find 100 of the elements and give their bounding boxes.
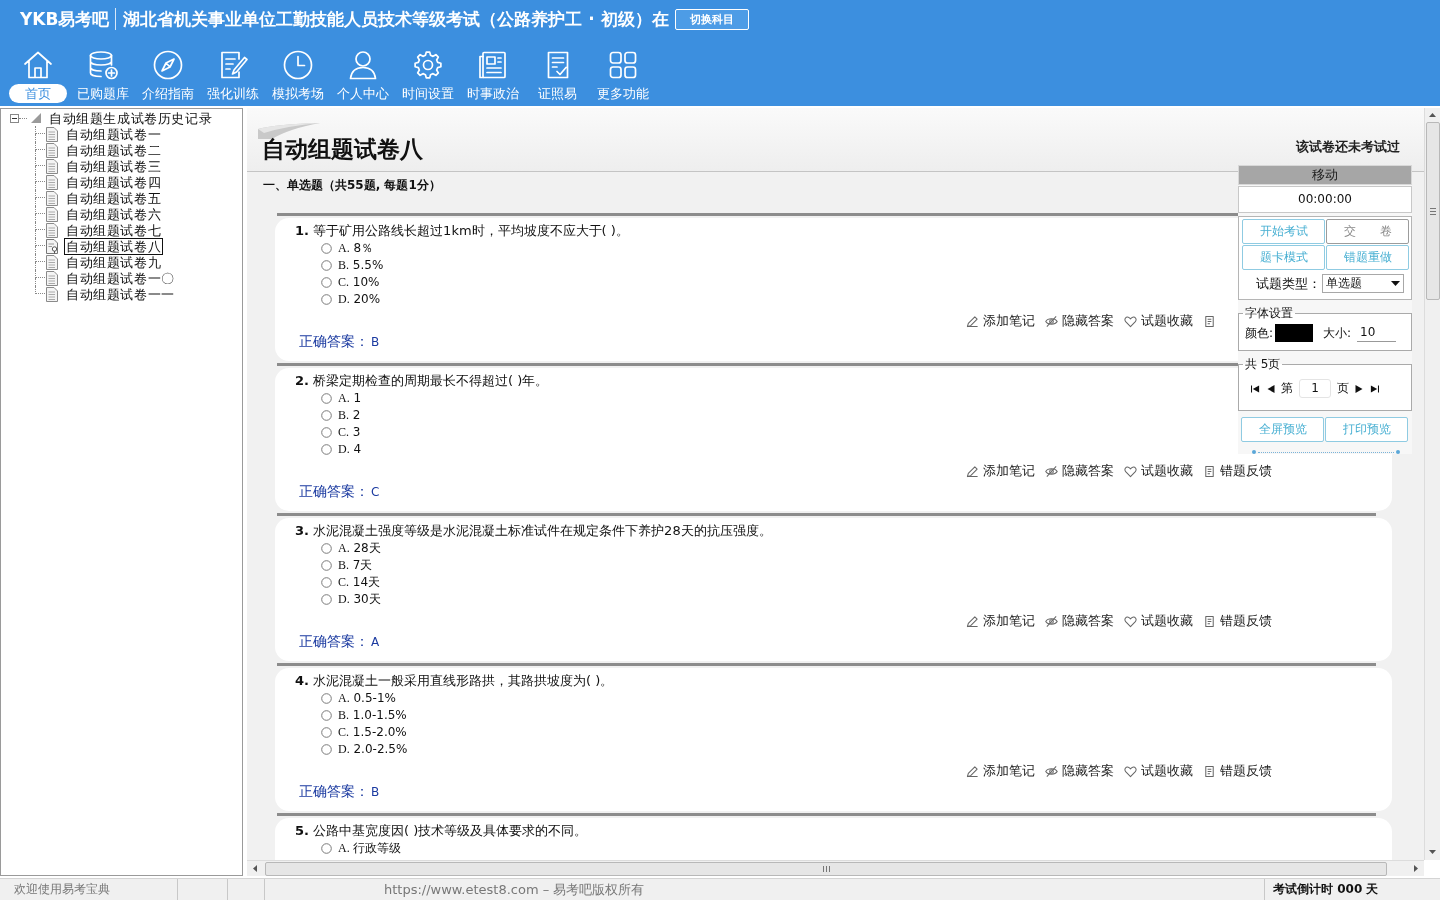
previous-page-icon[interactable]	[1266, 384, 1275, 393]
tree-item[interactable]: 自动组题试卷三	[64, 157, 164, 175]
radio-button[interactable]	[321, 260, 332, 271]
caret-icon	[1391, 281, 1400, 286]
favorite-button[interactable]: 试题收藏	[1124, 462, 1193, 480]
last-page-icon[interactable]	[1370, 384, 1379, 393]
page-count-legend: 共 5页	[1243, 356, 1283, 373]
correct-answer: 正确答案：C	[299, 482, 380, 500]
tree-item[interactable]: 自动组题试卷五	[64, 189, 164, 207]
clock-icon	[281, 49, 314, 81]
handle-dot-icon[interactable]	[1396, 450, 1400, 454]
radio-button[interactable]	[321, 243, 332, 254]
tree-item[interactable]: 自动组题试卷九	[64, 253, 164, 271]
document-icon	[1203, 764, 1216, 778]
page-suffix-label: 页	[1337, 380, 1349, 397]
pencil-icon	[966, 764, 979, 778]
triangle-icon	[30, 112, 42, 124]
option-text: C. 3	[338, 425, 361, 440]
first-page-icon[interactable]	[1251, 384, 1260, 393]
radio-button[interactable]	[321, 693, 332, 704]
tree-root-label[interactable]: 自动组题生成试卷历史记录	[47, 109, 215, 127]
hide-answer-button[interactable]: 隐藏答案	[1045, 762, 1114, 780]
vertical-scrollbar[interactable]	[1424, 108, 1440, 860]
radio-button[interactable]	[321, 843, 332, 854]
tree-item[interactable]: 自动组题试卷六	[64, 205, 164, 223]
radio-button[interactable]	[321, 710, 332, 721]
question-text: 3. 水泥混凝土强度等级是水泥混凝土标准试件在规定条件下养护28天的抗压强度。	[295, 522, 772, 540]
option-text: B. 1.0-1.5%	[338, 708, 407, 723]
error-feedback-button[interactable]: 错题反馈	[1203, 612, 1272, 630]
radio-button[interactable]	[321, 277, 332, 288]
radio-button[interactable]	[321, 294, 332, 305]
tree-item[interactable]: 自动组题试卷七	[64, 221, 164, 239]
page-curl-icon	[258, 123, 320, 139]
document-icon	[1203, 464, 1216, 478]
heart-icon	[1124, 764, 1137, 778]
eye-slash-icon	[1045, 314, 1058, 328]
option-text: A. 行政等级	[338, 840, 402, 857]
font-size-field[interactable]: 10	[1357, 324, 1397, 342]
radio-button[interactable]	[321, 393, 332, 404]
pencil-icon	[966, 464, 979, 478]
page-prefix-label: 第	[1281, 380, 1293, 397]
scroll-up-icon[interactable]	[1429, 113, 1436, 117]
handle-dot-icon[interactable]	[1252, 450, 1256, 454]
app-logo: YKB易考吧	[20, 7, 110, 31]
radio-button[interactable]	[321, 543, 332, 554]
error-feedback-button[interactable]: 错题反馈	[1203, 762, 1272, 780]
error-feedback-button[interactable]: 错题反馈	[1203, 462, 1272, 480]
add-note-button[interactable]: 添加笔记	[966, 462, 1035, 480]
tree-item[interactable]: 自动组题试卷八	[64, 237, 164, 255]
option-text: A. 1	[338, 391, 362, 406]
hide-answer-button[interactable]: 隐藏答案	[1045, 612, 1114, 630]
heart-icon	[1124, 614, 1137, 628]
move-handle[interactable]: 移动	[1238, 165, 1412, 185]
favorite-button[interactable]: 试题收藏	[1124, 612, 1193, 630]
option-text: C. 14天	[338, 574, 381, 591]
question-text: 5. 公路中基宽度因( )技术等级及具体要求的不同。	[295, 822, 588, 840]
favorite-button[interactable]: 试题收藏	[1124, 762, 1193, 780]
scroll-right-icon[interactable]	[1414, 865, 1418, 872]
document-pin-icon	[46, 238, 58, 254]
page-number-field[interactable]: 1	[1299, 379, 1331, 398]
scroll-down-icon[interactable]	[1429, 850, 1436, 854]
radio-button[interactable]	[321, 744, 332, 755]
status-welcome: 欢迎使用易考宝典	[0, 879, 178, 900]
tree-item[interactable]: 自动组题试卷二	[64, 141, 164, 159]
option-text: B. 2	[338, 408, 361, 423]
hide-answer-button[interactable]: 隐藏答案	[1045, 462, 1114, 480]
scrollbar-thumb[interactable]	[1425, 122, 1440, 300]
tree-item[interactable]: 自动组题试卷一一	[64, 285, 177, 303]
question-type-select[interactable]: 单选题	[1322, 274, 1404, 293]
question-type-label: 试题类型：	[1256, 274, 1321, 293]
radio-button[interactable]	[321, 427, 332, 438]
eye-slash-icon	[1045, 614, 1058, 628]
radio-button[interactable]	[321, 560, 332, 571]
scroll-left-icon[interactable]	[253, 865, 257, 872]
favorite-button[interactable]: 试题收藏	[1124, 312, 1193, 330]
radio-button[interactable]	[321, 727, 332, 738]
heart-icon	[1124, 464, 1137, 478]
toolbar-button[interactable]: 首页	[5, 38, 70, 103]
exam-countdown: 考试倒计时 000 天	[1272, 881, 1379, 898]
add-note-button[interactable]: 添加笔记	[966, 312, 1035, 330]
question-text: 1. 等于矿用公路线长超过1km时，平均坡度不应大于( )。	[295, 222, 629, 240]
next-page-icon[interactable]	[1355, 384, 1364, 393]
heart-icon	[1124, 314, 1137, 328]
radio-button[interactable]	[321, 410, 332, 421]
app-title: 湖北省机关事业单位工勤技能人员技术等级考试（公路养护工 · 初级）在	[123, 7, 669, 31]
color-swatch-icon[interactable]	[1275, 324, 1314, 342]
tree-item[interactable]: 自动组题试卷一〇	[64, 269, 177, 287]
tree-item[interactable]: 自动组题试卷四	[64, 173, 164, 191]
hide-answer-button[interactable]: 隐藏答案	[1045, 312, 1114, 330]
add-note-button[interactable]: 添加笔记	[966, 762, 1035, 780]
document-icon	[1203, 314, 1216, 328]
tree-item[interactable]: 自动组题试卷一	[64, 125, 164, 143]
radio-button[interactable]	[321, 594, 332, 605]
collapse-icon[interactable]	[10, 113, 19, 123]
option-text: A. 28天	[338, 540, 381, 557]
radio-button[interactable]	[321, 444, 332, 455]
radio-button[interactable]	[321, 577, 332, 588]
compass-icon	[151, 49, 184, 81]
add-note-button[interactable]: 添加笔记	[966, 612, 1035, 630]
font-settings-legend: 字体设置	[1243, 305, 1295, 322]
